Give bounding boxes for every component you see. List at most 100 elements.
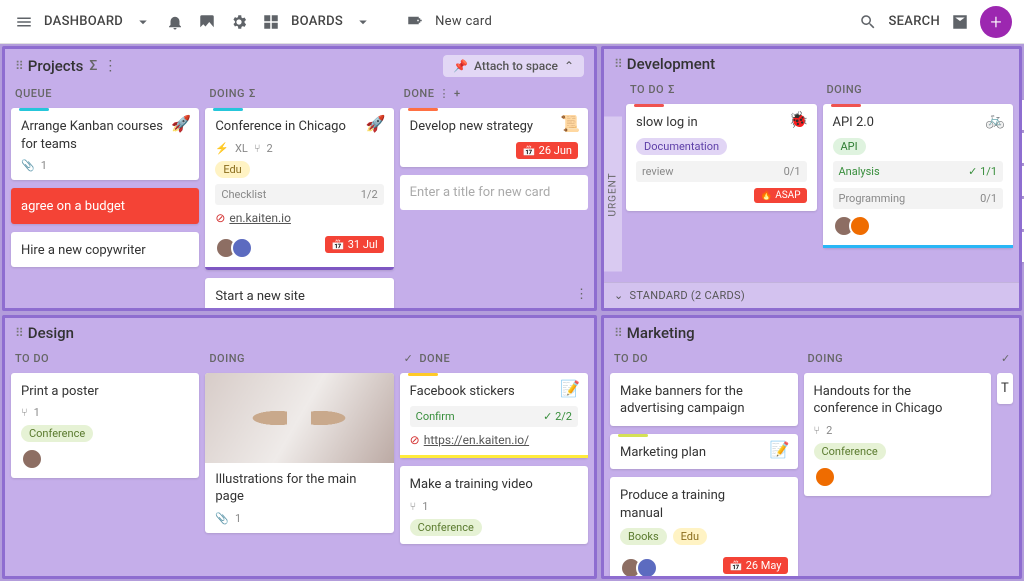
bug-icon: 🐞 — [789, 110, 809, 129]
drag-handle-icon[interactable]: ⠿ — [15, 326, 22, 340]
board-development: ⠿ Development URGENT TO DO Σ 🐞 slow log … — [601, 46, 1022, 311]
tag: Conference — [814, 443, 886, 460]
tag: Edu — [673, 528, 707, 545]
checklist-row[interactable]: review0/1 — [636, 161, 807, 182]
lane-queue: QUEUE 🚀 Arrange Kanban courses for teams… — [11, 83, 199, 302]
swimlane-standard[interactable]: ⌄STANDARD (2 CARDS) — [604, 282, 1019, 308]
card[interactable]: 📜 Develop new strategy 📅 26 Jun — [400, 108, 588, 167]
new-card-icon[interactable] — [403, 10, 427, 34]
card[interactable]: 🐞 slow log in Documentation review0/1 🔥 … — [626, 104, 817, 211]
board-title: Development — [627, 55, 715, 73]
scroll-icon: 📜 — [560, 114, 580, 133]
sigma-icon[interactable]: Σ — [89, 58, 97, 74]
card-link[interactable]: en.kaiten.io — [229, 211, 291, 225]
card[interactable]: Start a new site — [205, 278, 393, 308]
more-icon[interactable]: ⋮ — [575, 287, 588, 302]
blocked-icon: ⊘ — [410, 433, 420, 447]
menu-icon[interactable] — [12, 10, 36, 34]
gear-icon[interactable] — [227, 10, 251, 34]
card[interactable]: Make a training video ⑂1 Conference — [400, 466, 588, 544]
sigma-icon[interactable]: Σ — [668, 83, 675, 96]
tag: Edu — [215, 161, 249, 178]
avatars — [215, 237, 253, 259]
attachment-icon: 📎 — [21, 159, 35, 172]
lane-doing: DOING 🚲 API 2.0 API Analysis✓ 1/1 Progra… — [823, 79, 1014, 276]
card[interactable]: Make banners for the advertising campaig… — [610, 373, 798, 426]
card[interactable]: Produce a training manual Books Edu 📅 26… — [610, 477, 798, 576]
avatars — [21, 448, 189, 470]
members-icon: ⑂ — [410, 500, 417, 513]
checklist-row[interactable]: Checklist1/2 — [215, 184, 383, 205]
more-icon[interactable]: ⋮ — [438, 87, 450, 100]
new-card-input[interactable]: Enter a title for new card — [400, 175, 588, 210]
add-icon[interactable]: + — [454, 87, 461, 100]
add-button[interactable]: + — [980, 6, 1012, 38]
card[interactable]: T — [997, 373, 1013, 404]
pin-icon: 📌 — [453, 59, 468, 73]
drag-handle-icon[interactable]: ⠿ — [614, 326, 621, 340]
tag: Conference — [21, 425, 93, 442]
image-icon[interactable] — [195, 10, 219, 34]
avatars — [833, 215, 1004, 237]
card[interactable]: Hire a new copywriter — [11, 232, 199, 268]
checklist-row[interactable]: Programming0/1 — [833, 188, 1004, 209]
topbar: DASHBOARD BOARDS New card SEARCH + — [0, 0, 1024, 44]
board-projects: ⠿ Projects Σ ⋮ 📌 Attach to space ⌃ QUEUE… — [2, 46, 597, 311]
lane-todo: TO DO Σ 🐞 slow log in Documentation revi… — [626, 79, 817, 276]
card[interactable]: Print a poster ⑂1 Conference — [11, 373, 199, 479]
card[interactable]: 🚀 Arrange Kanban courses for teams 📎1 — [11, 108, 199, 180]
bike-icon: 🚲 — [985, 110, 1005, 129]
lane-extra: ✓ T — [997, 348, 1013, 571]
search-icon[interactable] — [856, 10, 880, 34]
chevron-up-icon: ⌃ — [564, 59, 574, 73]
swimlane-urgent[interactable]: URGENT — [604, 117, 622, 272]
attachment-icon: 📎 — [215, 512, 229, 525]
avatars — [814, 466, 982, 488]
more-icon[interactable]: ⋮ — [103, 58, 117, 74]
new-card-button[interactable]: New card — [435, 14, 492, 29]
card[interactable]: 📝 Marketing plan — [610, 434, 798, 470]
blocked-icon: ⊘ — [215, 211, 225, 225]
search-label[interactable]: SEARCH — [888, 14, 940, 29]
drag-handle-icon[interactable]: ⠿ — [614, 57, 621, 71]
due-date: 📅 26 May — [723, 557, 788, 574]
lane-done: DONE ⋮ + 📜 Develop new strategy 📅 26 Jun… — [400, 83, 588, 302]
checklist-row[interactable]: Confirm✓ 2/2 — [410, 406, 578, 427]
card[interactable]: Illustrations for the main page 📎1 — [205, 373, 393, 533]
card-blocked[interactable]: agree on a budget — [11, 188, 199, 224]
rocket-icon: 🚀 — [366, 114, 386, 133]
members-icon: ⑂ — [814, 424, 821, 437]
lane-done: ✓DONE 📝 Facebook stickers Confirm✓ 2/2 ⊘… — [400, 348, 588, 571]
rocket-icon: 🚀 — [171, 114, 191, 133]
bell-icon[interactable] — [163, 10, 187, 34]
board-title: Marketing — [627, 324, 695, 342]
card-link[interactable]: https://en.kaiten.io/ — [424, 433, 529, 447]
chevron-down-icon[interactable] — [131, 10, 155, 34]
board-title: Design — [28, 324, 74, 342]
sigma-icon[interactable]: Σ — [249, 87, 256, 100]
members-icon: ⑂ — [21, 406, 28, 419]
boards-icon[interactable] — [259, 10, 283, 34]
attach-to-space[interactable]: 📌 Attach to space ⌃ — [443, 55, 584, 77]
board-title: Projects — [28, 57, 84, 75]
drag-handle-icon[interactable]: ⠿ — [15, 59, 22, 73]
lane-todo: TO DO Print a poster ⑂1 Conference — [11, 348, 199, 571]
card[interactable]: 🚀 Conference in Chicago ⚡XL ⑂2 Edu Check… — [205, 108, 393, 270]
card[interactable]: 🚲 API 2.0 API Analysis✓ 1/1 Programming0… — [823, 104, 1014, 248]
board-design: ⠿ Design TO DO Print a poster ⑂1 Confere… — [2, 315, 597, 580]
chevron-down-icon[interactable] — [351, 10, 375, 34]
boards-dropdown[interactable]: BOARDS — [291, 14, 343, 29]
tag: API — [833, 138, 866, 155]
card[interactable]: Handouts for the conference in Chicago ⑂… — [804, 373, 992, 496]
chevron-down-icon: ⌄ — [614, 289, 624, 302]
edit-icon: 📝 — [560, 379, 580, 398]
tag: Books — [620, 528, 667, 545]
mail-icon[interactable] — [948, 10, 972, 34]
lane-header: QUEUE — [11, 83, 199, 108]
checklist-row[interactable]: Analysis✓ 1/1 — [833, 161, 1004, 182]
board-marketing: ⠿ Marketing TO DO Make banners for the a… — [601, 315, 1022, 580]
lane-doing: DOING Illustrations for the main page 📎1 — [205, 348, 393, 571]
avatars — [620, 557, 658, 576]
dashboard-dropdown[interactable]: DASHBOARD — [44, 14, 123, 29]
card[interactable]: 📝 Facebook stickers Confirm✓ 2/2 ⊘https:… — [400, 373, 588, 459]
